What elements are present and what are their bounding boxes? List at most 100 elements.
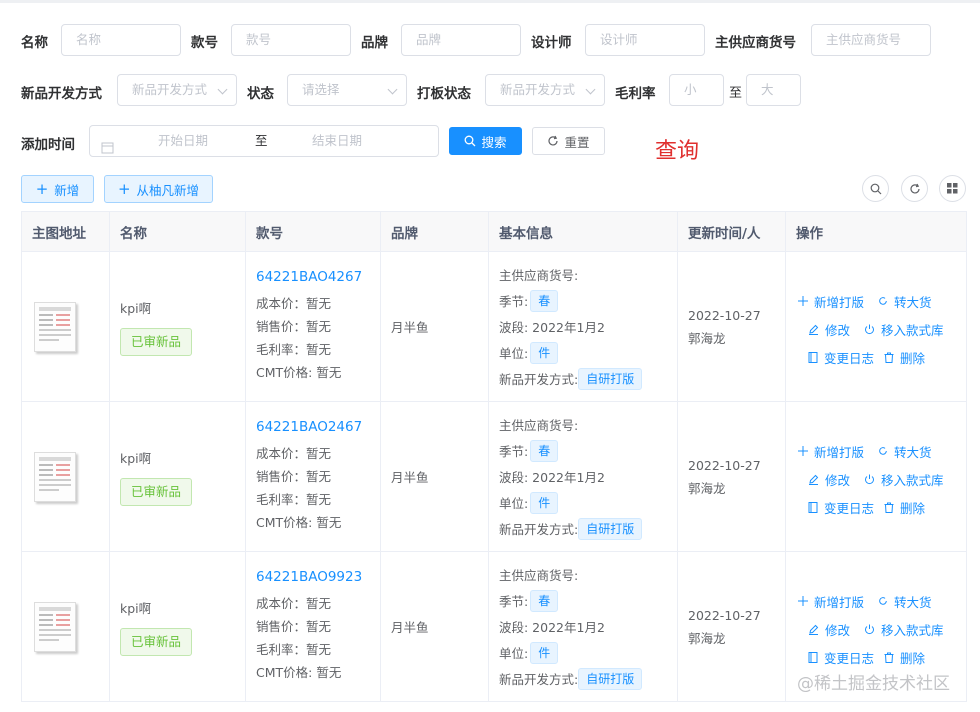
col-header-code: 款号: [245, 211, 381, 252]
product-thumbnail[interactable]: [34, 451, 76, 502]
cost-price: 成本价：暂无: [256, 296, 332, 311]
refresh-icon: [909, 183, 920, 193]
refresh-icon: [879, 447, 887, 455]
add-button-label: 新增: [54, 182, 80, 198]
product-code-link[interactable]: 64221BAO9923: [256, 569, 380, 585]
power-icon: [865, 624, 874, 634]
delete-button[interactable]: 删除: [884, 648, 925, 667]
info-cell: 主供应商货号: 季节: 春 波段: 2022年1月2 单位: 件 新品开发方式: 自研…: [488, 401, 678, 552]
new-sample-button[interactable]: 新增打版: [798, 442, 864, 461]
chevron-down-icon: [387, 84, 398, 95]
dev-method-text: 新品开发方式:: [499, 522, 579, 537]
refresh-button[interactable]: [901, 175, 928, 202]
supplier-code-text: 主供应商货号:: [499, 268, 579, 283]
add-from-button[interactable]: + 从柚凡新增: [104, 175, 213, 203]
add-button[interactable]: + 新增: [21, 175, 94, 203]
chevron-down-icon: [585, 84, 596, 95]
margin-max-input[interactable]: 大: [746, 74, 801, 106]
date-range-picker[interactable]: 开始日期 至 结束日期: [89, 125, 439, 157]
edit-label: 修改: [825, 622, 851, 638]
dev-method-select[interactable]: 新品开发方式: [117, 74, 237, 106]
edit-icon: [809, 474, 819, 485]
product-name: kpi啊: [120, 601, 152, 616]
start-date-placeholder[interactable]: 开始日期: [158, 126, 208, 156]
dev-method-label: 新品开发方式: [21, 86, 102, 102]
end-date-placeholder[interactable]: 结束日期: [312, 126, 362, 156]
to-bulk-button[interactable]: 转大货: [878, 292, 932, 311]
brand-label: 品牌: [361, 35, 388, 51]
edit-button[interactable]: 修改: [808, 620, 850, 639]
plus-icon: [798, 596, 808, 606]
move-library-button[interactable]: 移入款式库: [864, 620, 944, 639]
brand-cell: 月半鱼: [380, 551, 489, 702]
brand-cell: 月半鱼: [380, 401, 489, 552]
to-bulk-button[interactable]: 转大货: [878, 592, 932, 611]
edit-button[interactable]: 修改: [808, 470, 850, 489]
chevron-down-icon: [217, 84, 228, 95]
dev-method-placeholder: 新品开发方式: [132, 82, 208, 97]
plus-icon: +: [117, 180, 131, 198]
brand-input[interactable]: 品牌: [401, 24, 521, 56]
new-sample-label: 新增打版: [814, 294, 865, 310]
code-label: 款号: [191, 35, 218, 51]
edit-icon: [809, 624, 819, 635]
change-log-button[interactable]: 变更日志: [808, 348, 874, 367]
product-thumbnail[interactable]: [34, 301, 76, 352]
status-select[interactable]: 请选择: [287, 74, 407, 106]
unit-tag: 件: [530, 491, 559, 514]
columns-button[interactable]: [939, 175, 966, 202]
sale-price: 销售价：暂无: [256, 619, 332, 634]
document-thumbnail-icon: [39, 456, 71, 491]
new-sample-button[interactable]: 新增打版: [798, 592, 864, 611]
move-library-button[interactable]: 移入款式库: [864, 320, 944, 339]
name-label: 名称: [21, 35, 48, 51]
delete-button[interactable]: 删除: [884, 498, 925, 517]
product-thumbnail[interactable]: [34, 601, 76, 652]
delete-button[interactable]: 删除: [884, 348, 925, 367]
sample-status-select[interactable]: 新品开发方式: [485, 74, 605, 106]
name-cell: kpi啊 已审新品: [109, 251, 246, 402]
col-header-updated: 更新时间/人: [677, 211, 786, 252]
product-code-link[interactable]: 64221BAO2467: [256, 419, 380, 435]
col-header-image: 主图地址: [21, 211, 110, 252]
status-placeholder: 请选择: [302, 82, 340, 97]
document-thumbnail-icon: [39, 606, 71, 641]
change-log-button[interactable]: 变更日志: [808, 498, 874, 517]
toggle-search-button[interactable]: [862, 175, 889, 202]
margin-min-input[interactable]: 小: [669, 74, 724, 106]
date-separator: 至: [255, 133, 268, 148]
col-header-brand: 品牌: [380, 211, 489, 252]
to-bulk-button[interactable]: 转大货: [878, 442, 932, 461]
supplier-code-input[interactable]: 主供应商货号: [811, 24, 931, 56]
name-cell: kpi啊 已审新品: [109, 551, 246, 702]
code-cell: 64221BAO2467 成本价：暂无 销售价：暂无 毛利率：暂无 CMT价格:…: [245, 401, 381, 552]
search-button[interactable]: 搜索: [449, 127, 522, 155]
grid-icon: [947, 183, 958, 194]
trash-icon: [884, 502, 894, 513]
name-input[interactable]: 名称: [61, 24, 181, 56]
actions-cell: 新增打版 转大货 修改 移入款式库 变更日志 删除: [785, 401, 967, 552]
new-sample-label: 新增打版: [814, 444, 865, 460]
search-icon: [465, 135, 476, 147]
info-cell: 主供应商货号: 季节: 春 波段: 2022年1月2 单位: 件 新品开发方式: 自研…: [488, 551, 678, 702]
move-library-button[interactable]: 移入款式库: [864, 470, 944, 489]
name-cell: kpi啊 已审新品: [109, 401, 246, 552]
code-input[interactable]: 款号: [231, 24, 351, 56]
edit-button[interactable]: 修改: [808, 320, 850, 339]
unit-tag: 件: [530, 641, 559, 664]
product-code-link[interactable]: 64221BAO4267: [256, 269, 380, 285]
plus-icon: [798, 296, 808, 306]
gross-margin: 毛利率：暂无: [256, 642, 332, 657]
trash-icon: [884, 652, 894, 663]
margin-label: 毛利率: [615, 86, 656, 102]
status-badge: 已审新品: [120, 478, 193, 506]
new-sample-button[interactable]: 新增打版: [798, 292, 864, 311]
reset-button[interactable]: 重置: [532, 127, 605, 155]
status-badge: 已审新品: [120, 328, 193, 356]
designer-input[interactable]: 设计师: [585, 24, 705, 56]
cmt-price: CMT价格: 暂无: [256, 515, 342, 530]
change-log-button[interactable]: 变更日志: [808, 648, 874, 667]
wave-text: 波段: 2022年1月2: [499, 620, 605, 635]
refresh-icon: [548, 135, 559, 146]
wave-text: 波段: 2022年1月2: [499, 320, 605, 335]
